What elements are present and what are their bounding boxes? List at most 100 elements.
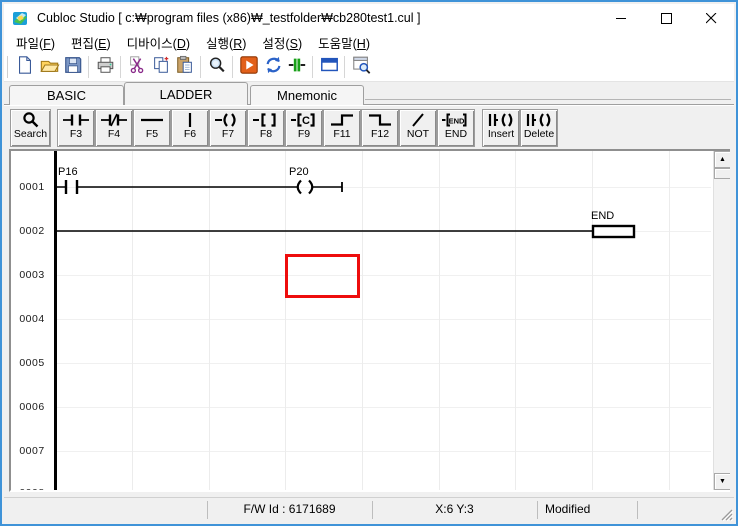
step-up-icon (328, 110, 356, 129)
status-fw-id: F/W Id : 6171689 (207, 502, 372, 516)
row-number: 0001 (17, 181, 47, 193)
status-bar: F/W Id : 6171689 X:6 Y:3 Modified (4, 497, 734, 522)
new-document-button[interactable] (13, 55, 37, 79)
scroll-up-button[interactable]: ▲ (714, 151, 730, 168)
view-tabs: BASICLADDERMnemonic (4, 82, 734, 105)
cut-icon (127, 55, 147, 80)
svg-text:END: END (449, 116, 465, 125)
end-icon: END (441, 110, 471, 129)
row-number: 0004 (17, 313, 47, 325)
scrollbar-thumb[interactable] (714, 168, 730, 179)
open-folder-button[interactable] (37, 55, 61, 79)
menu-item-r[interactable]: 실행(R) (198, 31, 254, 54)
toolbar-grip (7, 56, 9, 78)
find-button[interactable] (205, 55, 229, 79)
toolbar-separator (88, 56, 90, 78)
rung-graphics (11, 151, 711, 490)
row-number: 0007 (17, 445, 47, 457)
nc-contact-icon (100, 110, 128, 129)
menu-item-h[interactable]: 도움말(H) (310, 31, 378, 54)
ladder-button-insert[interactable]: Insert (482, 109, 520, 147)
preview-button[interactable] (349, 55, 373, 79)
coil-label[interactable]: P20 (289, 166, 309, 178)
no-contact-symbol (66, 180, 77, 194)
vertical-scrollbar[interactable]: ▲ ▼ (713, 151, 730, 490)
paste-button[interactable] (173, 55, 197, 79)
window-title: Cubloc Studio [ c:₩program files (x86)₩_… (37, 11, 420, 25)
ladder-button-f6[interactable]: F6 (171, 109, 209, 147)
ladder-toolbar: SearchF3F4F5F6F7F8CF9F11F12NOTENDENDInse… (4, 105, 734, 149)
search-icon (20, 110, 42, 129)
paste-icon (175, 55, 195, 80)
print-icon (95, 55, 116, 80)
tab-basic[interactable]: BASIC (9, 85, 124, 105)
status-modified-flag: Modified (545, 502, 590, 516)
ladder-button-f11[interactable]: F11 (323, 109, 361, 147)
ladder-button-f4[interactable]: F4 (95, 109, 133, 147)
row-number: 0005 (17, 357, 47, 369)
ladder-button-not[interactable]: NOT (399, 109, 437, 147)
toolbar-separator (312, 56, 314, 78)
open-folder-icon (39, 55, 60, 80)
resize-grip-icon[interactable] (719, 507, 733, 521)
sync-icon (263, 55, 284, 80)
maximize-button[interactable] (644, 4, 689, 32)
ladder-button-f8[interactable]: F8 (247, 109, 285, 147)
new-document-icon (15, 55, 35, 80)
close-button[interactable] (689, 4, 734, 32)
menu-bar: 파일(F)편집(E)디바이스(D)실행(R)설정(S)도움말(H) (4, 32, 734, 53)
preview-icon (351, 55, 372, 80)
menu-item-s[interactable]: 설정(S) (254, 31, 310, 54)
func-box-icon (252, 110, 280, 129)
ladder-button-f7[interactable]: F7 (209, 109, 247, 147)
menu-item-d[interactable]: 디바이스(D) (119, 31, 198, 54)
find-icon (207, 55, 227, 80)
toolbar-separator (120, 56, 122, 78)
print-button[interactable] (93, 55, 117, 79)
vline-icon (176, 110, 204, 129)
compare-box-icon: C (290, 110, 318, 129)
insert-cell-icon (486, 110, 516, 129)
cut-button[interactable] (125, 55, 149, 79)
delete-cell-icon (524, 110, 554, 129)
ladder-editor[interactable]: P16 P20 END 0008 ▲ ▼ 0001000200030004000… (9, 149, 730, 492)
run-icon (239, 55, 259, 80)
monitor-button[interactable] (317, 55, 341, 79)
hline-icon (138, 110, 166, 129)
copy-button[interactable] (149, 55, 173, 79)
save-button[interactable] (61, 55, 85, 79)
minimize-button[interactable] (599, 4, 644, 32)
sync-button[interactable] (261, 55, 285, 79)
end-label[interactable]: END (591, 210, 614, 222)
row-number-clipped: 0008 (17, 487, 47, 492)
ladder-button-f5[interactable]: F5 (133, 109, 171, 147)
step-down-icon (366, 110, 394, 129)
end-coil-box (593, 226, 634, 237)
ladder-button-f9[interactable]: CF9 (285, 109, 323, 147)
ladder-button-end[interactable]: ENDEND (437, 109, 475, 147)
ladder-contact-button[interactable] (285, 55, 309, 79)
ladder-button-f3[interactable]: F3 (57, 109, 95, 147)
title-bar: Cubloc Studio [ c:₩program files (x86)₩_… (4, 4, 734, 32)
tab-mnemonic[interactable]: Mnemonic (250, 85, 364, 105)
ladder-button-f12[interactable]: F12 (361, 109, 399, 147)
tab-ladder[interactable]: LADDER (124, 82, 248, 105)
row-number: 0002 (17, 225, 47, 237)
status-cursor-position: X:6 Y:3 (372, 502, 537, 516)
menu-item-e[interactable]: 편집(E) (63, 31, 119, 54)
coil-open-paren (298, 181, 301, 194)
row-number: 0006 (17, 401, 47, 413)
no-contact-icon (62, 110, 90, 129)
app-window: Cubloc Studio [ c:₩program files (x86)₩_… (0, 0, 738, 526)
monitor-icon (319, 55, 340, 80)
status-separator (637, 501, 638, 519)
toolbar-separator (200, 56, 202, 78)
run-button[interactable] (237, 55, 261, 79)
toolbar-separator (344, 56, 346, 78)
ladder-button-delete[interactable]: Delete (520, 109, 558, 147)
menu-item-f[interactable]: 파일(F) (8, 31, 63, 54)
ladder-button-search[interactable]: Search (10, 109, 51, 147)
contact-label[interactable]: P16 (58, 166, 78, 178)
svg-text:C: C (302, 115, 310, 127)
scroll-down-button[interactable]: ▼ (714, 473, 730, 490)
